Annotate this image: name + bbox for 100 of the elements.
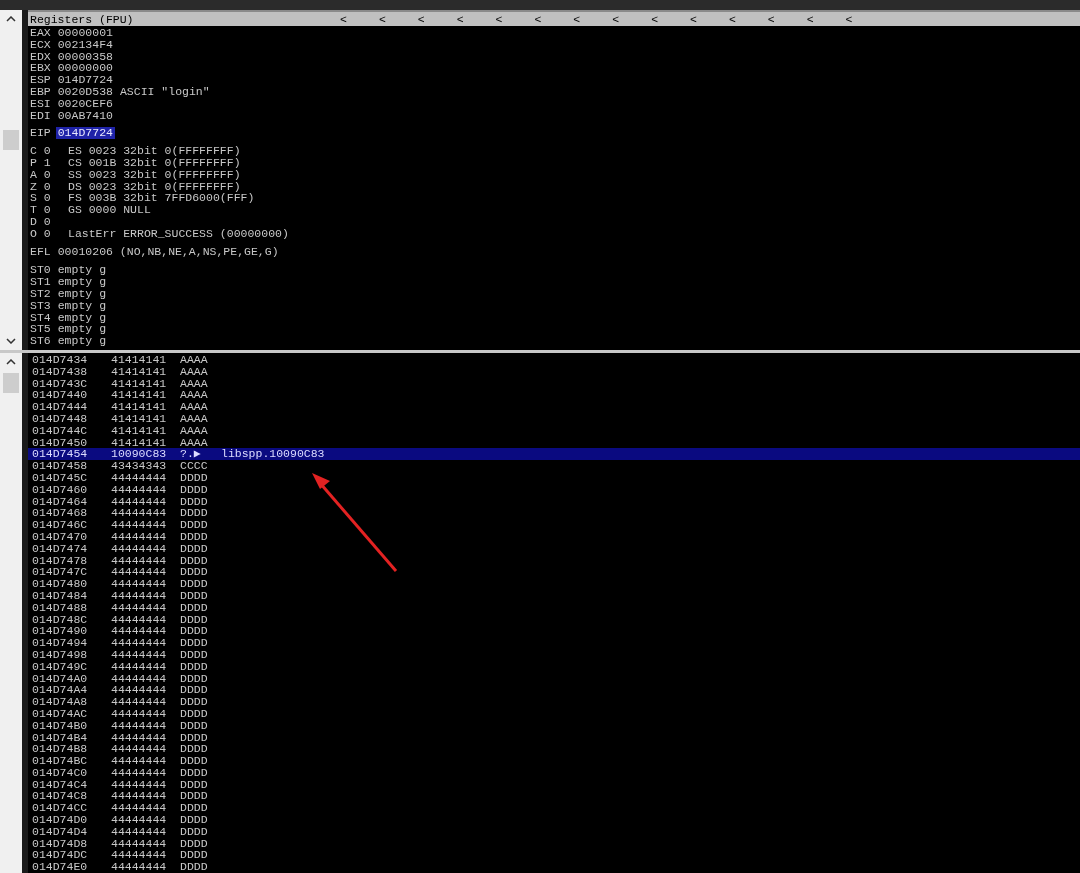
stack-row[interactable]: 014D74DC 44444444 DDDD (28, 849, 1080, 862)
column-marker[interactable]: < (534, 12, 574, 26)
stack-address: 014D745C (32, 471, 89, 484)
register-value[interactable]: 014D7724 (57, 74, 113, 86)
flag[interactable]: D 0 (30, 215, 68, 228)
stack-row[interactable]: 014D7484 44444444 DDDD (28, 589, 1080, 602)
register-value[interactable]: 00AB7410 (57, 109, 113, 122)
stack-row[interactable]: 014D74AC 44444444 DDDD (28, 707, 1080, 720)
stack-row[interactable]: 014D748C 44444444 DDDD (28, 613, 1080, 626)
column-marker[interactable]: < (767, 12, 807, 26)
register-value[interactable]: empty g (57, 276, 107, 288)
stack-row[interactable]: 014D749C 44444444 DDDD (28, 660, 1080, 673)
stack-row[interactable]: 014D74E0 44444444 DDDD (28, 861, 1080, 873)
scrollbar[interactable] (0, 10, 28, 350)
pane-title: Registers (FPU) (30, 12, 135, 26)
column-marker[interactable]: < (845, 12, 885, 26)
stack-row[interactable]: 014D7498 44444444 DDDD (28, 648, 1080, 661)
register-value[interactable]: 0020D538 (57, 86, 113, 98)
stack-row[interactable]: 014D7450 41414141 AAAA (28, 436, 1080, 449)
scrollbar[interactable] (0, 353, 28, 873)
stack-ascii: DDDD (180, 861, 209, 873)
stack-row[interactable]: 014D74A0 44444444 DDDD (28, 672, 1080, 685)
flag[interactable]: T 0 (30, 204, 68, 216)
column-marker[interactable]: < (573, 12, 613, 26)
stack-row[interactable]: 014D7434 41414141 AAAA (28, 354, 1080, 366)
stack-ascii: DDDD (180, 849, 209, 862)
column-marker[interactable]: < (378, 12, 418, 26)
stack-row[interactable]: 014D7464 44444444 DDDD (28, 495, 1080, 508)
register-value[interactable]: 014D7724 (55, 127, 115, 140)
scroll-down-icon[interactable] (6, 338, 16, 344)
stack-row[interactable]: 014D7488 44444444 DDDD (28, 601, 1080, 614)
stack-row[interactable]: 014D74C8 44444444 DDDD (28, 790, 1080, 803)
stack-row[interactable]: 014D7478 44444444 DDDD (28, 554, 1080, 567)
stack-row[interactable]: 014D74B8 44444444 DDDD (28, 743, 1080, 756)
register-value[interactable]: empty g (57, 264, 107, 277)
column-marker[interactable]: < (340, 12, 379, 26)
stack-row[interactable]: 014D7444 41414141 AAAA (28, 401, 1080, 413)
stack-row[interactable]: 014D74D4 44444444 DDDD (28, 825, 1080, 838)
stack-row[interactable]: 014D74A8 44444444 DDDD (28, 696, 1080, 708)
stack-row[interactable]: 014D746C 44444444 DDDD (28, 519, 1080, 531)
stack-row[interactable]: 014D7458 43434343 CCCC (28, 460, 1080, 472)
stack-row[interactable]: 014D74C4 44444444 DDDD (28, 778, 1080, 791)
column-marker[interactable]: < (690, 12, 729, 26)
stack-row[interactable]: 014D74B0 44444444 DDDD (28, 719, 1080, 732)
stack-row[interactable]: 014D74A4 44444444 DDDD (28, 684, 1080, 697)
stack-row[interactable]: 014D7448 41414141 AAAA (28, 413, 1080, 425)
flag[interactable]: Z 0 (30, 180, 68, 193)
stack-row[interactable]: 014D745C 44444444 DDDD (28, 471, 1080, 484)
stack-row[interactable]: 014D743C 41414141 AAAA (28, 377, 1080, 390)
scroll-thumb[interactable] (3, 130, 19, 150)
stack-row[interactable]: 014D7460 44444444 DDDD (28, 483, 1080, 496)
stack-row[interactable]: 014D744C 41414141 AAAA (28, 424, 1080, 437)
register-value[interactable]: 0020CEF6 (57, 97, 113, 110)
stack-row[interactable]: 014D74D0 44444444 DDDD (28, 814, 1080, 826)
register-value[interactable]: 00010206 (NO,NB,NE,A,NS,PE,GE,G) (57, 245, 279, 258)
register-name: ESP (30, 74, 51, 86)
stack-row[interactable]: 014D74CC 44444444 DDDD (28, 802, 1080, 815)
stack-value: 44444444 (111, 766, 168, 779)
register-value[interactable]: 00000000 (57, 62, 113, 75)
register-value[interactable]: empty g (57, 335, 107, 347)
column-marker[interactable]: < (456, 12, 496, 26)
stack-row[interactable]: 014D7490 44444444 DDDD (28, 625, 1080, 638)
flag[interactable]: C 0 (30, 145, 68, 157)
stack-row[interactable]: 014D747C 44444444 DDDD (28, 566, 1080, 579)
scroll-up-icon[interactable] (6, 359, 16, 365)
scroll-thumb[interactable] (3, 373, 19, 393)
stack-row[interactable]: 014D7480 44444444 DDDD (28, 578, 1080, 590)
register-value[interactable]: empty g (57, 287, 107, 300)
stack-address: 014D747C (32, 566, 89, 579)
stack-row[interactable]: 014D7454 10090C83 ?.▶ libspp.10090C83 (28, 448, 1080, 461)
stack-ascii: DDDD (180, 519, 209, 531)
register-value[interactable]: 002134F4 (57, 38, 113, 51)
column-marker[interactable]: < (495, 12, 535, 26)
scroll-up-icon[interactable] (6, 16, 16, 22)
column-marker[interactable]: < (651, 12, 690, 26)
column-marker[interactable]: < (612, 12, 652, 26)
stack-row[interactable]: 014D7468 44444444 DDDD (28, 507, 1080, 520)
stack-row[interactable]: 014D74BC 44444444 DDDD (28, 755, 1080, 767)
flag[interactable]: S 0 (30, 192, 68, 205)
stack-row[interactable]: 014D7474 44444444 DDDD (28, 542, 1080, 555)
stack-row[interactable]: 014D74D8 44444444 DDDD (28, 837, 1080, 850)
stack-row[interactable]: 014D7470 44444444 DDDD (28, 530, 1080, 543)
flag[interactable]: O 0 (30, 227, 68, 240)
flag[interactable]: P 1 (30, 156, 68, 169)
stack-ascii: DDDD (180, 566, 209, 579)
flag[interactable]: A 0 (30, 168, 68, 181)
register-value[interactable]: empty g (57, 311, 107, 324)
column-marker[interactable]: < (806, 12, 846, 26)
stack-row[interactable]: 014D74B4 44444444 DDDD (28, 731, 1080, 744)
column-marker[interactable]: < (417, 12, 457, 26)
stack-row[interactable]: 014D7438 41414141 AAAA (28, 365, 1080, 378)
register-value[interactable]: 00000358 (57, 50, 113, 63)
register-value[interactable]: empty g (57, 299, 107, 312)
column-marker[interactable]: < (728, 12, 768, 26)
register-value[interactable]: empty g (57, 323, 107, 336)
stack-row[interactable]: 014D74C0 44444444 DDDD (28, 766, 1080, 779)
register-value[interactable]: 00000001 (57, 27, 113, 39)
stack-row[interactable]: 014D7440 41414141 AAAA (28, 389, 1080, 402)
stack-address: 014D7448 (32, 413, 89, 425)
stack-row[interactable]: 014D7494 44444444 DDDD (28, 637, 1080, 649)
